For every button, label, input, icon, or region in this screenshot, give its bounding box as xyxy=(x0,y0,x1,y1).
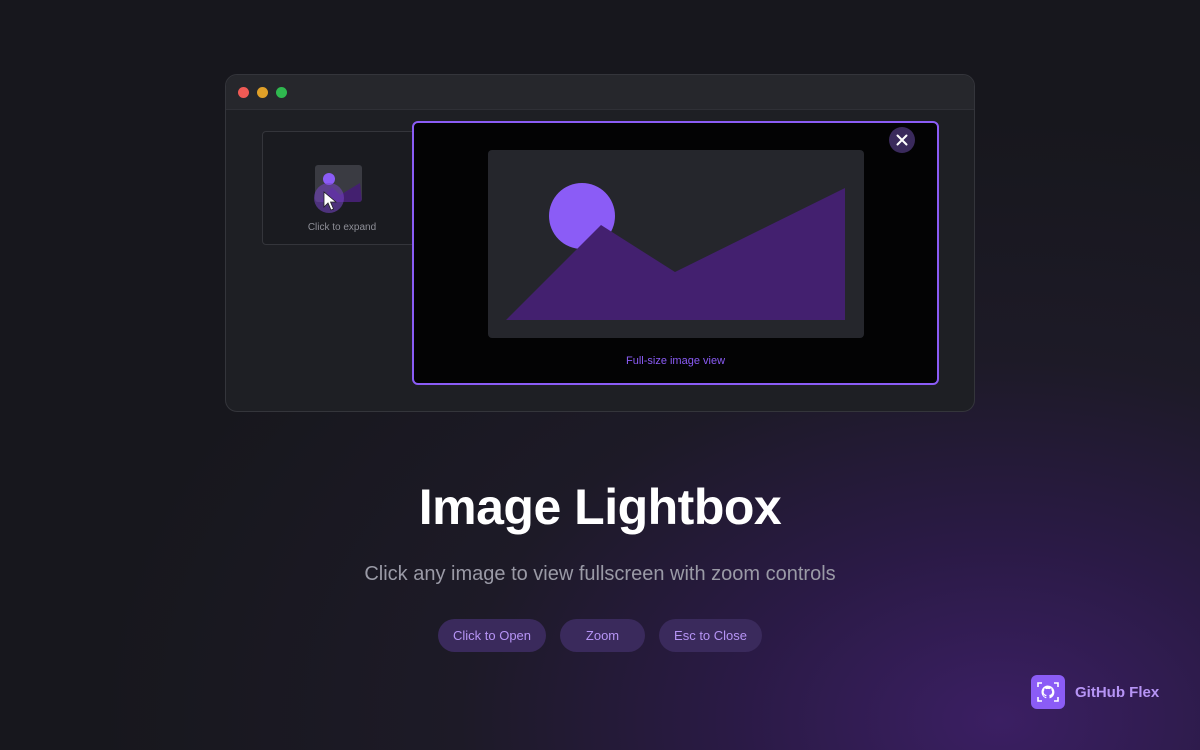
github-icon xyxy=(1031,675,1065,709)
full-size-image[interactable] xyxy=(488,150,864,338)
window-minimize-dot[interactable] xyxy=(257,87,268,98)
window-close-dot[interactable] xyxy=(238,87,249,98)
page-subtitle: Click any image to view fullscreen with … xyxy=(364,563,836,585)
lightbox-caption: Full-size image view xyxy=(625,355,726,367)
page-title: Image Lightbox xyxy=(418,479,782,535)
preview-window: Click to expand Full-size image view xyxy=(225,74,975,412)
thumbnail-caption: Click to expand xyxy=(307,222,377,233)
close-icon xyxy=(896,134,908,146)
lightbox-close-button[interactable] xyxy=(889,127,915,153)
thumbnail-card[interactable]: Click to expand xyxy=(262,131,422,245)
landscape-image-icon xyxy=(506,183,845,320)
cursor-icon xyxy=(323,191,337,211)
window-maximize-dot[interactable] xyxy=(276,87,287,98)
brand[interactable]: GitHub Flex xyxy=(1031,675,1159,709)
brand-name: GitHub Flex xyxy=(1075,683,1160,701)
window-titlebar xyxy=(226,75,974,110)
click-to-open-pill[interactable]: Click to Open xyxy=(437,619,547,652)
zoom-pill[interactable]: Zoom xyxy=(560,619,646,652)
feature-pills: Click to Open Zoom Esc to Close xyxy=(0,619,1200,652)
lightbox-modal: Full-size image view xyxy=(412,121,939,385)
esc-to-close-pill[interactable]: Esc to Close xyxy=(659,619,763,652)
